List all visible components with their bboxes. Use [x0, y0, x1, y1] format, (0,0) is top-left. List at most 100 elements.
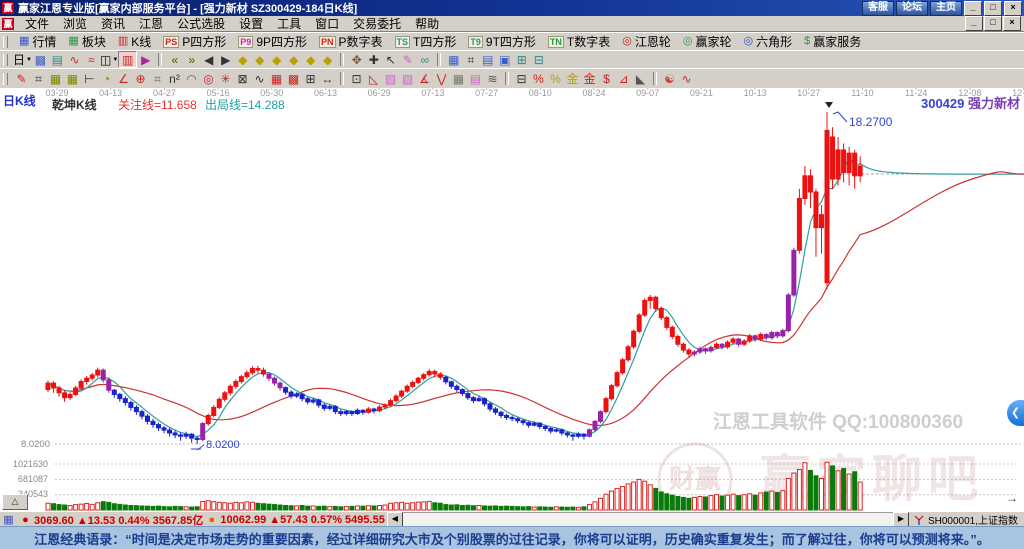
angle-lines-tool[interactable]: ∡	[416, 71, 433, 86]
nav-first-button[interactable]: «	[166, 52, 183, 67]
service-button-home[interactable]: 主页	[930, 0, 962, 16]
close-button[interactable]: ×	[1004, 0, 1022, 16]
menu-item-工具[interactable]: 工具	[270, 17, 308, 31]
nav-next-button[interactable]: ▶	[217, 52, 234, 67]
star-burst-tool[interactable]: ✳	[217, 71, 234, 86]
trend-zigzag-icon[interactable]: ∿	[66, 52, 83, 67]
child-minimize-button[interactable]: _	[965, 16, 983, 31]
menu-item-交易委托[interactable]: 交易委托	[346, 17, 408, 31]
hexagon-button[interactable]: ◎ 六角形	[738, 33, 799, 50]
gann-fan-c-tool[interactable]: ◣	[632, 71, 649, 86]
menu-item-资讯[interactable]: 资讯	[94, 17, 132, 31]
window-grid-tool[interactable]: ⊞	[302, 71, 319, 86]
width-arrows-tool[interactable]: ↔	[319, 71, 336, 86]
tab-daily-kline[interactable]: 日K线	[3, 92, 36, 109]
menu-item-文件[interactable]: 文件	[18, 17, 56, 31]
t-table-button[interactable]: TN T数字表	[542, 33, 616, 50]
grid-red-large-tool[interactable]: ▩	[285, 71, 302, 86]
protractor-tool[interactable]: ◠	[183, 71, 200, 86]
collapse-volume-button[interactable]: △	[2, 494, 28, 510]
gann-node-5[interactable]: ◆	[302, 52, 319, 67]
info-panel-icon[interactable]: ▤	[49, 52, 66, 67]
gann-grid-tool[interactable]: ▦	[47, 71, 64, 86]
parallel-lines-tool[interactable]: ≋	[484, 71, 501, 86]
gann-node-1[interactable]: ◆	[234, 52, 251, 67]
winner-wheel-button[interactable]: ◎ 赢家轮	[677, 33, 738, 50]
time-ladder-tool[interactable]: ⌗	[149, 71, 166, 86]
t-square-button[interactable]: TS T四方形	[389, 33, 463, 50]
grid-box-pink-tool[interactable]: ▤	[467, 71, 484, 86]
grid-pink2-tool[interactable]: ▧	[399, 71, 416, 86]
menu-item-浏览[interactable]: 浏览	[56, 17, 94, 31]
winner-service-button[interactable]: $ 赢家服务	[798, 33, 867, 50]
child-close-button[interactable]: ×	[1003, 16, 1021, 31]
box-select-tool[interactable]: ⊡	[348, 71, 365, 86]
gann-target-tool[interactable]: ◎	[200, 71, 217, 86]
menu-item-公式选股[interactable]: 公式选股	[170, 17, 232, 31]
menu-item-设置[interactable]: 设置	[232, 17, 270, 31]
grid-x-tool[interactable]: ⊠	[234, 71, 251, 86]
notebook-icon[interactable]: ▤	[479, 52, 496, 67]
n-square-tool[interactable]: n²	[166, 71, 183, 86]
price-ruler-tool[interactable]: ⊢	[81, 71, 98, 86]
nav-last-button[interactable]: »	[183, 52, 200, 67]
service-button-forum[interactable]: 论坛	[896, 0, 928, 16]
gann-node-4[interactable]: ◆	[285, 52, 302, 67]
export-icon[interactable]: ⊞	[513, 52, 530, 67]
kline-button[interactable]: ▥ K线	[112, 33, 157, 50]
chart-canvas[interactable]: 03-29 04-13 04-27 05-16 05-30 06-13 06-29 07-13…	[0, 88, 1024, 511]
grid-pink-tool[interactable]: ▨	[382, 71, 399, 86]
keyboard-icon[interactable]: ▦	[1, 513, 16, 526]
sectors-button[interactable]: ▦ 板块	[62, 33, 111, 50]
price-mark-tool[interactable]: $	[598, 71, 615, 86]
p-square-button[interactable]: PS P四方形	[157, 33, 232, 50]
scroll-left-arrow[interactable]: ◀	[386, 512, 403, 527]
sz-market-icon[interactable]: ●	[204, 513, 219, 526]
candle-style-dropdown[interactable]: ◫ ▼	[100, 52, 118, 67]
draw-pen-tool[interactable]: ✎	[13, 71, 30, 86]
nav-prev-button[interactable]: ◀	[200, 52, 217, 67]
p-table-button[interactable]: PN P数字表	[313, 33, 389, 50]
gann-ladder-tool[interactable]: ⌗	[30, 71, 47, 86]
export2-icon[interactable]: ⊟	[530, 52, 547, 67]
trend-zigzag2-icon[interactable]: ≈	[83, 52, 100, 67]
menu-item-江恩[interactable]: 江恩	[132, 17, 170, 31]
service-button-kefu[interactable]: 客服	[862, 0, 894, 16]
gann-node-2[interactable]: ◆	[251, 52, 268, 67]
scroll-track[interactable]	[402, 512, 893, 527]
fib-distance-tool[interactable]: ⊟	[513, 71, 530, 86]
fan-lines-tool[interactable]: ◺	[365, 71, 382, 86]
search-binoculars-icon[interactable]: ∞	[416, 52, 433, 67]
yin-yang-tool[interactable]: ☯	[661, 71, 678, 86]
chart-area-icon[interactable]: ▩	[32, 52, 49, 67]
restore-button[interactable]: □	[984, 0, 1002, 16]
move-hand-tool[interactable]: ✥	[348, 52, 365, 67]
quotes-button[interactable]: ▦ 行情	[13, 33, 62, 50]
gann-wheel-button[interactable]: ◎ 江恩轮	[616, 33, 677, 50]
gann-grid2-tool[interactable]: ▦	[64, 71, 81, 86]
flag-marker-icon[interactable]: ▶	[137, 52, 154, 67]
child-restore-button[interactable]: □	[984, 16, 1002, 31]
calendar-icon[interactable]: ▦	[445, 52, 462, 67]
p9-square-button[interactable]: P9 9P四方形	[232, 33, 313, 50]
circle-cross-tool[interactable]: ⊕	[132, 71, 149, 86]
select-cursor-tool[interactable]: ↖	[382, 52, 399, 67]
menu-item-窗口[interactable]: 窗口	[308, 17, 346, 31]
wave-m-tool[interactable]: ∿	[251, 71, 268, 86]
grid-red-small-tool[interactable]: ▦	[268, 71, 285, 86]
percent-gold-tool[interactable]: %	[547, 71, 564, 86]
wave-tool[interactable]: ∿	[678, 71, 695, 86]
minimize-button[interactable]: _	[964, 0, 982, 16]
chart-horizontal-scrollbar[interactable]: ◀ ▶	[386, 512, 909, 527]
calculator-icon[interactable]: ⌗	[462, 52, 479, 67]
crosshair-tool[interactable]: ✚	[365, 52, 382, 67]
t9-square-button[interactable]: T9 9T四方形	[462, 33, 542, 50]
annotate-pen-tool[interactable]: ✎	[399, 52, 416, 67]
qiankun-kline-toggle[interactable]: ▥	[118, 51, 138, 68]
v-lines-tool[interactable]: ⋁	[433, 71, 450, 86]
spiral-tool[interactable]: ◔	[98, 71, 115, 86]
save-disk-icon[interactable]: ▣	[496, 52, 513, 67]
scroll-right-arrow[interactable]: ▶	[892, 512, 909, 527]
grid-dense-tool[interactable]: ▦	[450, 71, 467, 86]
angle-pen-tool[interactable]: ∠	[115, 71, 132, 86]
